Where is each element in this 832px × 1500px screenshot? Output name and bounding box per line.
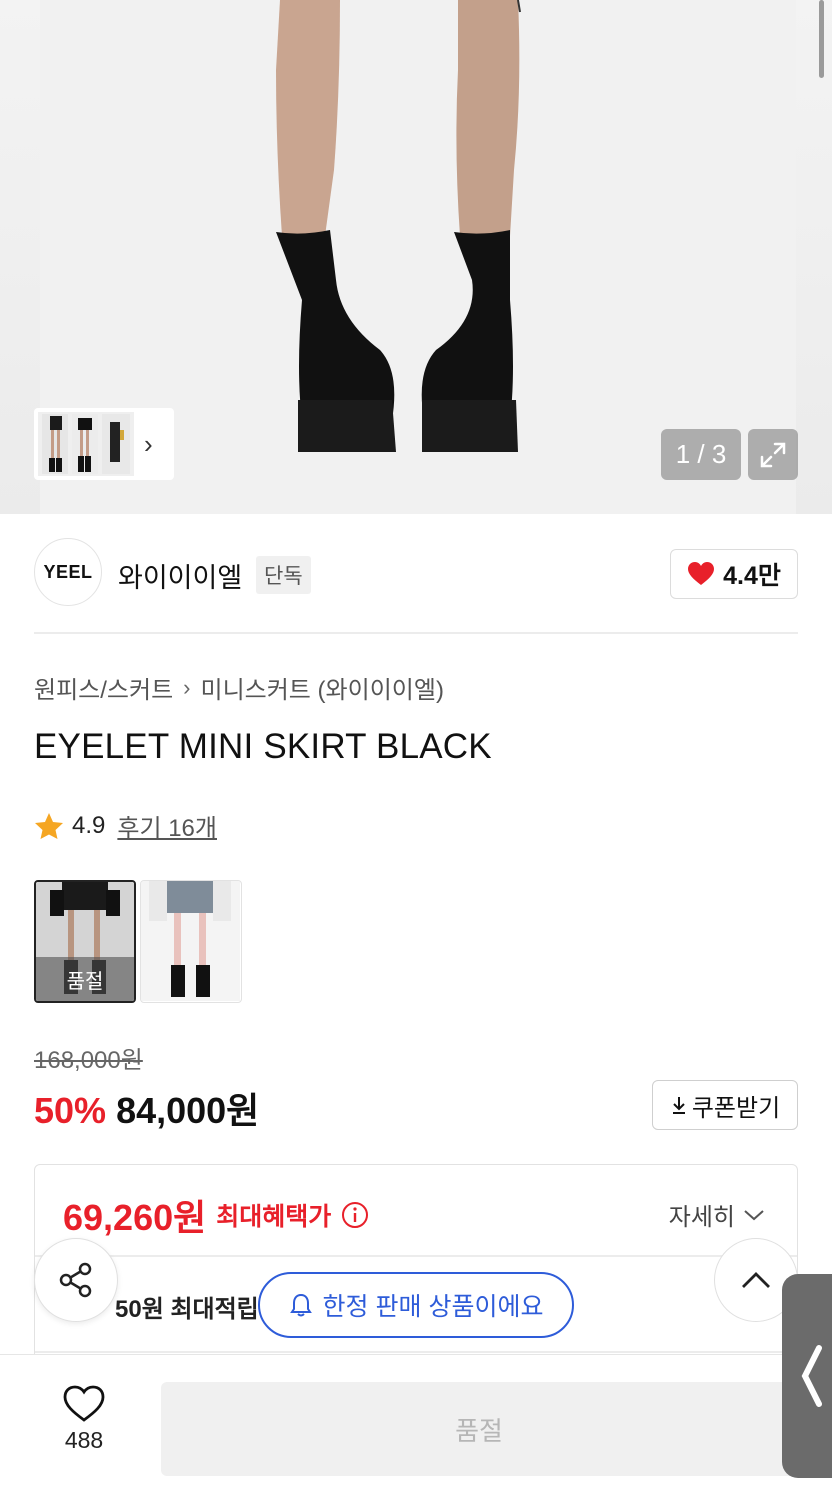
divider: [35, 1351, 797, 1353]
brand-like-button[interactable]: 4.4만: [670, 549, 798, 599]
breadcrumb-category[interactable]: 원피스/스커트: [34, 670, 173, 705]
heart-filled-icon: [688, 562, 715, 585]
star-icon: [35, 812, 63, 839]
sale-price-row: 50% 84,000원: [34, 1082, 259, 1134]
product-title: EYELET MINI SKIRT BLACK: [34, 727, 492, 766]
breadcrumb-separator-icon: ›: [183, 674, 191, 700]
brand-like-count: 4.4만: [723, 562, 781, 590]
color-swatch-black[interactable]: 품절: [34, 880, 136, 1003]
thumbnail-images: [38, 412, 134, 476]
expand-image-button[interactable]: [748, 429, 798, 480]
bell-icon: [289, 1293, 312, 1317]
detail-label: 자세히: [668, 1204, 735, 1231]
wishlist-button[interactable]: 488: [44, 1385, 124, 1454]
toast-text: 한정 판매 상품이에요: [322, 1293, 544, 1321]
thumbnail-next-icon[interactable]: ›: [144, 431, 153, 457]
swatch-image-denim: [141, 881, 240, 1001]
wishlist-count: 488: [64, 1427, 104, 1453]
expand-icon: [760, 442, 786, 467]
rating-row: 4.9 후기 16개: [34, 808, 217, 843]
color-swatch-denim[interactable]: [140, 880, 242, 1003]
side-panel-handle[interactable]: [782, 1274, 832, 1478]
coupon-label: 쿠폰받기: [691, 1094, 781, 1122]
chevron-up-icon: [742, 1272, 770, 1288]
breadcrumb: 원피스/스커트 › 미니스커트 (와이이이엘): [34, 670, 444, 705]
max-benefit-price: 69,260원: [63, 1197, 207, 1238]
original-price: 168,000원: [34, 1047, 143, 1074]
share-icon: [59, 1262, 92, 1298]
download-icon: [672, 1097, 685, 1114]
image-counter: 1 / 3: [661, 429, 741, 480]
divider: [34, 632, 798, 634]
brand-row: YEEL 와이이이엘 단독 4.4만: [34, 538, 798, 608]
reviews-link[interactable]: 후기 16개: [117, 808, 217, 843]
breadcrumb-subcategory[interactable]: 미니스커트 (와이이이엘): [200, 670, 443, 705]
rating-score: 4.9: [72, 811, 106, 839]
product-hero-image[interactable]: › 1 / 3: [0, 0, 832, 514]
scrollbar[interactable]: [819, 0, 824, 78]
divider: [35, 1255, 797, 1257]
brand-name[interactable]: 와이이이엘: [118, 556, 242, 595]
benefit-detail-toggle[interactable]: 자세히: [669, 1197, 765, 1232]
sale-price: 84,000원: [116, 1090, 260, 1131]
coupon-download-button[interactable]: 쿠폰받기: [652, 1080, 798, 1130]
max-points-text: 50원 최대적립: [115, 1296, 259, 1323]
heart-outline-icon: [63, 1385, 105, 1422]
share-button[interactable]: [34, 1238, 118, 1322]
chevron-left-icon: [801, 1345, 822, 1407]
limited-sale-toast: 한정 판매 상품이에요: [258, 1272, 574, 1338]
chevron-down-icon: [744, 1209, 764, 1220]
max-benefit-header: 69,260원 최대혜택가: [63, 1189, 369, 1241]
buy-button-soldout[interactable]: 품절: [161, 1382, 797, 1476]
max-benefit-label: 최대혜택가: [216, 1203, 332, 1231]
soldout-overlay: 품절: [36, 957, 134, 1001]
exclusive-badge: 단독: [256, 556, 311, 594]
bottom-action-bar: 488 품절: [0, 1354, 832, 1500]
image-thumbnail-strip[interactable]: ›: [34, 408, 174, 480]
brand-logo[interactable]: YEEL: [34, 538, 102, 606]
discount-rate: 50%: [34, 1090, 107, 1131]
info-icon[interactable]: [341, 1201, 369, 1229]
